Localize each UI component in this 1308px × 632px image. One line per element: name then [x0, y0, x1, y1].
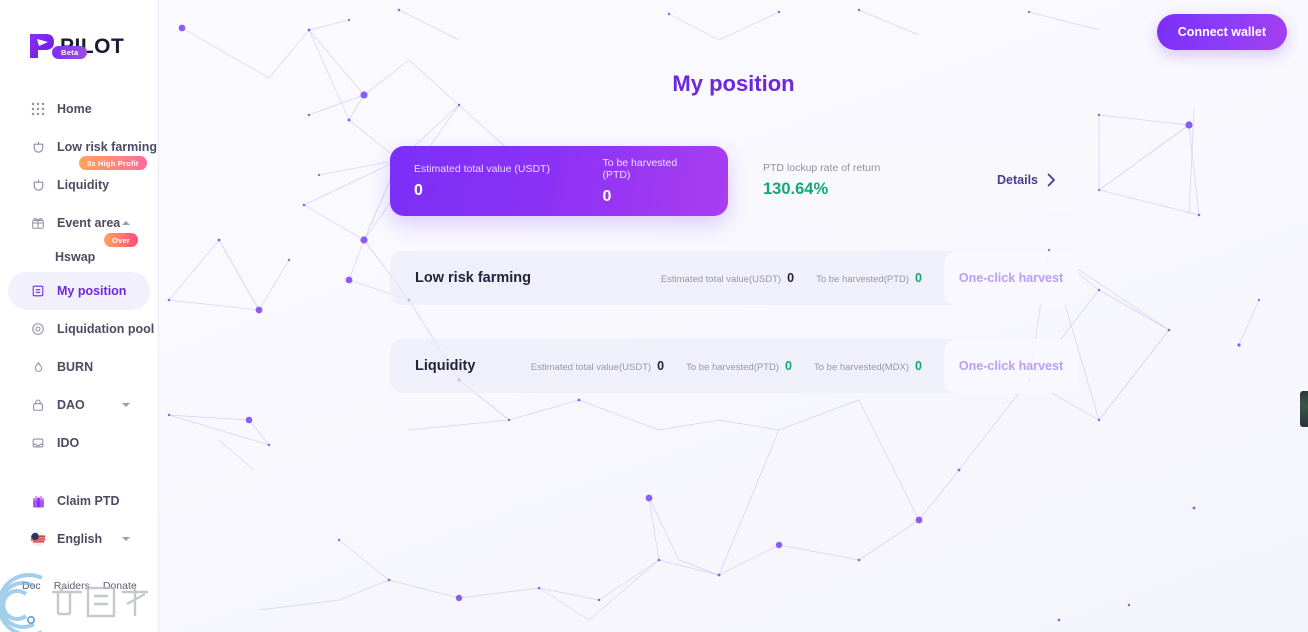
pool-stat-label: Estimated total value(USDT): [660, 274, 782, 285]
sidebar-subitem-hswap[interactable]: Hswap Over: [0, 233, 158, 272]
details-label: Details: [997, 173, 1038, 187]
summary-section: Estimated total value (USDT) 0 To be har…: [390, 146, 1078, 216]
sidebar-item-label: BURN: [57, 360, 94, 374]
pool-stat: To be harvested(MDX) 0: [814, 359, 922, 373]
to-be-harvested-label: To be harvested (PTD): [602, 156, 678, 181]
gift-icon: [30, 215, 46, 231]
sidebar-nav: Home Low risk farming Liquidity 3x High: [0, 90, 158, 558]
sidebar-item-label: Claim PTD: [57, 494, 120, 508]
sidebar: PILOT Beta Home Low risk farming Liquidi…: [0, 0, 159, 632]
pool-name: Liquidity: [415, 358, 476, 374]
lockup-roi-card: PTD lockup rate of return 130.64% Detail…: [741, 146, 1078, 214]
pool-stat-label: To be harvested(PTD): [686, 362, 780, 373]
chevron-up-icon[interactable]: [122, 221, 130, 225]
sidebar-item-label: Liquidity: [57, 178, 110, 192]
edge-widget-handle[interactable]: [1300, 391, 1308, 427]
pilot-logo-icon: [26, 31, 56, 61]
shield-crop-icon: [30, 177, 46, 193]
footer-link-donate[interactable]: Donate: [103, 580, 137, 592]
over-badge: Over: [104, 233, 138, 247]
language-label: English: [57, 532, 103, 546]
position-content: Estimated total value (USDT) 0 To be har…: [390, 146, 1078, 393]
flame-icon: [30, 359, 46, 375]
sidebar-item-liquidation-pool[interactable]: Liquidation pool: [8, 310, 154, 348]
main-content: Connect wallet My position Estimated tot…: [159, 0, 1308, 632]
pool-stat-label: To be harvested(MDX): [814, 362, 910, 373]
pool-row-low-risk-farming: Low risk farming Estimated total value(U…: [390, 251, 1078, 305]
sidebar-item-burn[interactable]: BURN: [8, 348, 150, 386]
sidebar-item-ido[interactable]: IDO: [8, 424, 150, 462]
connect-wallet-button[interactable]: Connect wallet: [1156, 14, 1287, 50]
summary-card-primary: Estimated total value (USDT) 0 To be har…: [390, 146, 728, 216]
sidebar-item-label: Event area: [57, 216, 121, 230]
pool-stat-value: 0: [785, 359, 792, 373]
pool-stat: To be harvested(PTD) 0: [686, 359, 792, 373]
estimated-total-value-cell: Estimated total value (USDT) 0: [414, 163, 602, 200]
language-selector[interactable]: English: [8, 520, 150, 558]
pool-stat-value: 0: [915, 271, 922, 285]
footer-link-doc[interactable]: Doc: [22, 580, 41, 592]
pool-stat-value: 0: [657, 359, 665, 373]
pool-stats: Estimated total value(USDT) 0 To be harv…: [531, 359, 944, 373]
high-profit-badge: 3x High Profit: [79, 156, 147, 170]
pool-stats: Estimated total value(USDT) 0 To be harv…: [661, 271, 944, 285]
pool-stat-label: Estimated total value(USDT): [530, 362, 652, 373]
lockup-roi-cell: PTD lockup rate of return 130.64%: [763, 162, 880, 199]
sidebar-item-liquidity[interactable]: Liquidity 3x High Profit: [8, 156, 150, 204]
lock-icon: [30, 397, 46, 413]
details-link[interactable]: Details: [997, 173, 1056, 187]
one-click-harvest-button[interactable]: One-click harvest: [944, 339, 1078, 393]
brand-logo[interactable]: PILOT Beta: [0, 0, 158, 68]
pool-name: Low risk farming: [415, 270, 532, 286]
sidebar-subitem-label: Hswap: [55, 250, 96, 264]
sidebar-item-claim-ptd[interactable]: Claim PTD: [8, 482, 150, 520]
pool-row-liquidity: Liquidity Estimated total value(USDT) 0 …: [390, 339, 1078, 393]
sidebar-item-dao[interactable]: DAO: [8, 386, 150, 424]
lockup-roi-value: 130.64%: [763, 179, 829, 198]
pool-stat: To be harvested(PTD) 0: [816, 271, 922, 285]
footer-link-raiders[interactable]: Raiders: [54, 580, 90, 592]
sidebar-item-home[interactable]: Home: [8, 90, 150, 128]
pool-stat-value: 0: [915, 359, 922, 373]
pool-stat: Estimated total value(USDT) 0: [661, 271, 794, 285]
target-icon: [30, 321, 46, 337]
sidebar-item-label: IDO: [57, 436, 80, 450]
grid-icon: [30, 101, 46, 117]
sidebar-item-label: DAO: [57, 398, 85, 412]
page-title: My position: [672, 71, 795, 96]
pool-stat-label: To be harvested(PTD): [816, 274, 910, 285]
us-flag-icon: [30, 531, 46, 547]
pool-stat: Estimated total value(USDT) 0: [531, 359, 664, 373]
to-be-harvested-cell: To be harvested (PTD) 0: [602, 157, 704, 206]
beta-badge: Beta: [52, 46, 88, 59]
pool-stat-value: 0: [787, 271, 795, 285]
sidebar-item-label: My position: [57, 284, 127, 298]
chevron-right-icon: [1047, 173, 1056, 187]
sidebar-footer-links: Doc Raiders Donate: [0, 580, 159, 592]
estimated-total-value: 0: [414, 181, 423, 199]
document-icon: [30, 283, 46, 299]
inbox-icon: [30, 435, 46, 451]
shield-crop-icon: [30, 139, 46, 155]
sidebar-item-label: Liquidation pool: [57, 322, 155, 336]
chevron-down-icon[interactable]: [122, 537, 130, 541]
to-be-harvested-value: 0: [602, 187, 612, 205]
gift-box-icon: [30, 493, 46, 509]
chevron-down-icon[interactable]: [122, 403, 130, 407]
sidebar-item-label: Home: [57, 102, 92, 116]
sidebar-item-my-position[interactable]: My position: [8, 272, 150, 310]
estimated-total-value-label: Estimated total value (USDT): [414, 162, 550, 175]
sidebar-item-label: Low risk farming: [57, 140, 158, 154]
one-click-harvest-button[interactable]: One-click harvest: [944, 251, 1078, 305]
lockup-roi-label: PTD lockup rate of return: [763, 161, 881, 174]
